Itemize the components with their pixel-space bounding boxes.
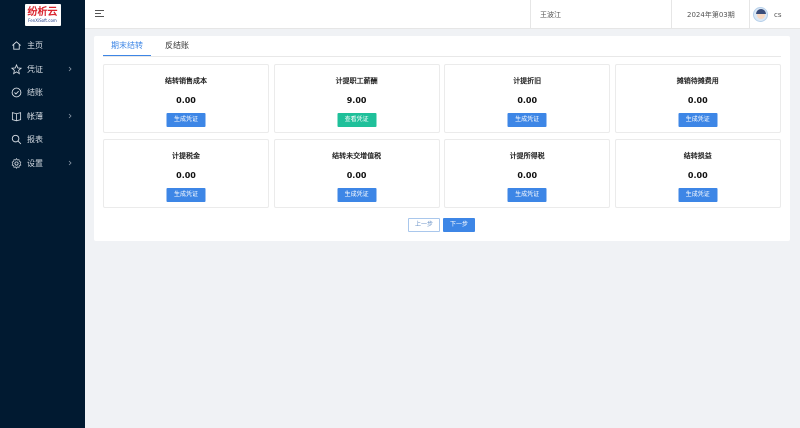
card-title: 结转损益 [683,152,712,160]
star-icon [10,63,22,75]
card-amount: 0.00 [687,96,708,105]
closing-panel: 期末结转 反结账 结转销售成本 0.00 生成凭证 计提职工薪酬 9.00 查看… [94,36,790,241]
books-icon [10,110,22,122]
card-amount: 0.00 [517,171,538,180]
tab-divider [103,56,781,57]
card-depreciation: 计提折旧 0.00 生成凭证 [444,64,611,133]
card-amortization: 摊销待摊费用 0.00 生成凭证 [614,64,781,133]
sidebar-item-home[interactable]: 主页 [0,34,85,58]
card-title: 计提税金 [172,152,200,160]
card-title: 计提职工薪酬 [335,77,378,85]
generate-voucher-button[interactable]: 生成凭证 [166,188,206,202]
sidebar-item-label: 帐薄 [27,111,43,121]
sidebar-item-label: 设置 [27,158,43,168]
card-amount: 0.00 [176,171,196,180]
card-amount: 0.00 [517,96,538,105]
home-icon [10,40,22,52]
period-selector[interactable]: 2024年第03期 [671,0,749,29]
card-unpaid-vat: 结转未交增值税 0.00 生成凭证 [273,139,440,208]
app-logo[interactable]: 纷析云 FenXiSoft.com [24,4,61,26]
accounting-period: 2024年第03期 [687,10,735,19]
sidebar-menu: 主页 凭证 结账 帐薄 报表 设置 [0,34,85,175]
generate-voucher-button[interactable]: 生成凭证 [507,188,547,202]
card-title: 计提所得税 [509,152,545,160]
sidebar-item-label: 报表 [27,135,43,145]
sidebar-item-label: 凭证 [27,64,43,74]
top-header: 王波江 2024年第03期 cs [85,0,800,29]
view-voucher-button[interactable]: 查看凭证 [337,113,377,127]
company-name: 王波江 [540,10,561,19]
logo-area: 纷析云 FenXiSoft.com [0,0,85,30]
card-income-tax: 计提所得税 0.00 生成凭证 [444,139,611,208]
card-title: 结转销售成本 [165,77,207,85]
sidebar-item-ledger[interactable]: 帐薄 [0,105,85,129]
card-tax-accrual: 计提税金 0.00 生成凭证 [103,139,269,208]
generate-voucher-button[interactable]: 生成凭证 [678,113,718,127]
tab-reverse-closing[interactable]: 反结账 [157,41,197,56]
sidebar-item-label: 结账 [27,88,43,98]
tab-bar: 期末结转 反结账 [103,41,197,57]
sidebar-item-label: 主页 [27,41,43,51]
card-amount: 0.00 [176,96,196,105]
card-amount: 0.00 [346,171,367,180]
avatar [753,7,768,22]
card-amount: 0.00 [687,171,708,180]
sidebar: 纷析云 FenXiSoft.com 主页 凭证 结账 帐薄 报表 设置 [0,0,85,428]
card-sales-cost: 结转销售成本 0.00 生成凭证 [103,64,269,133]
generate-voucher-button[interactable]: 生成凭证 [678,188,718,202]
sidebar-item-reports[interactable]: 报表 [0,128,85,152]
transfer-card-grid: 结转销售成本 0.00 生成凭证 计提职工薪酬 9.00 查看凭证 计提折旧 0… [103,64,783,208]
card-title: 结转未交增值税 [332,152,382,160]
sidebar-item-settings[interactable]: 设置 [0,152,85,176]
sidebar-item-closing[interactable]: 结账 [0,81,85,105]
generate-voucher-button[interactable]: 生成凭证 [507,113,547,127]
card-amount: 9.00 [346,96,367,105]
card-title: 计提折旧 [513,77,542,85]
tab-period-end-transfer[interactable]: 期末结转 [103,41,151,56]
next-step-button[interactable]: 下一步 [443,218,475,232]
sidebar-item-voucher[interactable]: 凭证 [0,58,85,82]
card-title: 摊销待摊费用 [676,77,719,85]
logo-text: 纷析云 [27,6,58,18]
logo-subtext: FenXiSoft.com [28,17,57,23]
user-menu[interactable]: cs [749,0,800,29]
gear-icon [10,157,22,169]
card-employee-salary: 计提职工薪酬 9.00 查看凭证 [273,64,440,133]
previous-step-button[interactable]: 上一步 [408,218,440,232]
generate-voucher-button[interactable]: 生成凭证 [337,188,377,202]
search-icon [10,134,22,146]
chevron-right-icon [68,66,72,71]
company-selector[interactable]: 王波江 [530,0,671,29]
check-circle-icon [10,87,22,99]
card-profit-loss: 结转损益 0.00 生成凭证 [614,139,781,208]
menu-toggle-icon[interactable] [95,10,104,19]
username: cs [774,10,782,19]
chevron-right-icon [68,160,72,165]
step-pager: 上一步 下一步 [408,218,475,232]
chevron-right-icon [68,113,72,118]
generate-voucher-button[interactable]: 生成凭证 [166,113,206,127]
